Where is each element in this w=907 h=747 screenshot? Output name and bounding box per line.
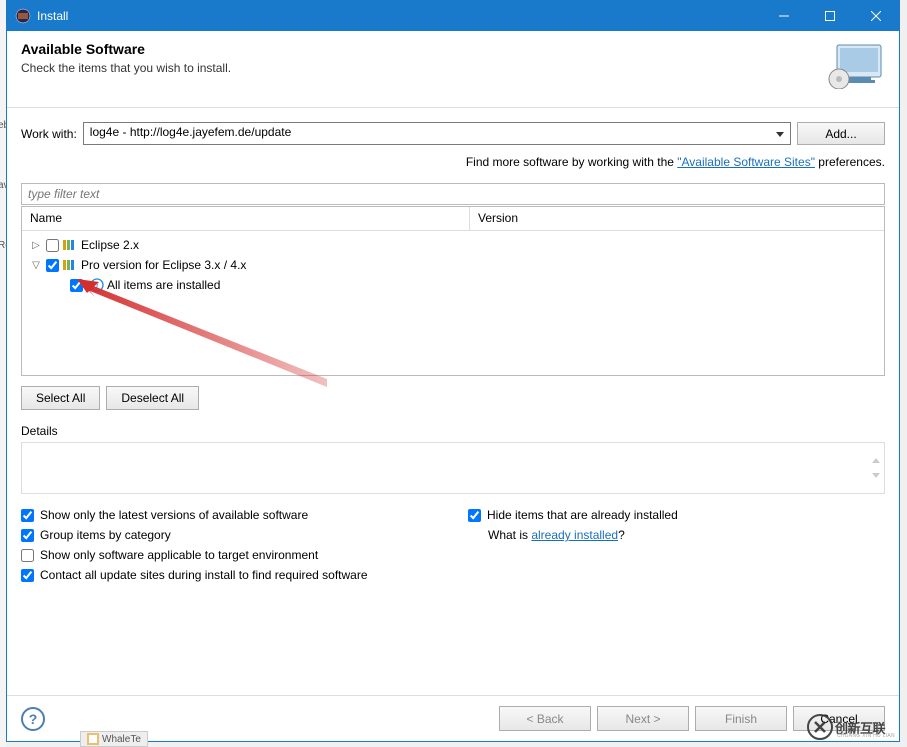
finish-button[interactable]: Finish (695, 706, 787, 731)
hint-prefix: Find more software by working with the (466, 155, 677, 169)
dialog-header: Available Software Check the items that … (7, 31, 899, 108)
tree-label: Pro version for Eclipse 3.x / 4.x (81, 258, 246, 272)
next-button[interactable]: Next > (597, 706, 689, 731)
opt-target-env[interactable]: Show only software applicable to target … (21, 548, 438, 562)
info-icon: i (90, 278, 104, 292)
annotation-arrow (77, 279, 337, 399)
watermark-sub: CHUANG XIN HU LIAN (837, 733, 895, 739)
opt-label: Hide items that are already installed (487, 508, 678, 522)
minimize-button[interactable] (761, 1, 807, 31)
software-tree: Name Version ▷ Eclipse 2.x ▽ Pro version… (21, 206, 885, 376)
opt-hide-installed[interactable]: Hide items that are already installed (468, 508, 885, 522)
titlebar: Install (7, 1, 899, 31)
header-title: Available Software (21, 41, 815, 57)
sites-hint: Find more software by working with the "… (21, 155, 885, 169)
filter-input[interactable] (21, 183, 885, 205)
eclipse-icon (15, 8, 31, 24)
add-button[interactable]: Add... (797, 122, 885, 145)
back-button[interactable]: < Back (499, 706, 591, 731)
opt-label: Group items by category (40, 528, 171, 542)
select-all-button[interactable]: Select All (21, 386, 100, 410)
checkbox-pro[interactable] (46, 259, 59, 272)
whatis-text: What is already installed? (468, 528, 885, 542)
tree-header: Name Version (22, 207, 884, 231)
checkbox-show-latest[interactable] (21, 509, 34, 522)
install-dialog: Install Available Software Check the ite… (6, 0, 900, 742)
whatis-prefix: What is (488, 528, 531, 542)
category-icon (63, 260, 77, 270)
window-title: Install (37, 9, 761, 23)
install-wizard-icon (825, 41, 885, 89)
category-icon (63, 240, 77, 250)
workwith-label: Work with: (21, 127, 77, 141)
collapse-icon[interactable]: ▽ (30, 260, 42, 271)
details-label: Details (21, 424, 885, 438)
opt-contact-sites[interactable]: Contact all update sites during install … (21, 568, 885, 582)
column-name[interactable]: Name (22, 207, 470, 230)
checkbox-hide-installed[interactable] (468, 509, 481, 522)
workwith-value: log4e - http://log4e.jayefem.de/update (90, 125, 291, 139)
checkbox-contact-sites[interactable] (21, 569, 34, 582)
already-installed-link[interactable]: already installed (531, 528, 618, 542)
software-sites-link[interactable]: "Available Software Sites" (677, 155, 815, 169)
checkbox-target-env[interactable] (21, 549, 34, 562)
checkbox-eclipse2x[interactable] (46, 239, 59, 252)
hint-suffix: preferences. (815, 155, 885, 169)
opt-group-category[interactable]: Group items by category (21, 528, 438, 542)
tree-row-pro[interactable]: ▽ Pro version for Eclipse 3.x / 4.x (22, 255, 884, 275)
workwith-combobox[interactable]: log4e - http://log4e.jayefem.de/update (83, 122, 791, 145)
tree-label: Eclipse 2.x (81, 238, 139, 252)
opt-label: Show only the latest versions of availab… (40, 508, 308, 522)
whatis-suffix: ? (618, 528, 625, 542)
opt-label: Contact all update sites during install … (40, 568, 368, 582)
details-panel (21, 442, 885, 494)
close-button[interactable] (853, 1, 899, 31)
checkbox-child[interactable] (70, 279, 83, 292)
tree-row-child[interactable]: i All items are installed (22, 275, 884, 295)
tree-child-label: All items are installed (107, 278, 220, 292)
checkbox-group-category[interactable] (21, 529, 34, 542)
deselect-all-button[interactable]: Deselect All (106, 386, 199, 410)
svg-text:i: i (96, 281, 99, 292)
header-subtitle: Check the items that you wish to install… (21, 61, 815, 75)
watermark-logo-icon (807, 714, 833, 740)
taskbar-stub: WhaleTe (80, 731, 148, 747)
watermark: 创新互联 CHUANG XIN HU LIAN (807, 711, 907, 743)
opt-show-latest[interactable]: Show only the latest versions of availab… (21, 508, 438, 522)
help-button[interactable]: ? (21, 707, 45, 731)
app-stub-icon (87, 733, 99, 745)
opt-label: Show only software applicable to target … (40, 548, 318, 562)
tree-row-eclipse2x[interactable]: ▷ Eclipse 2.x (22, 235, 884, 255)
maximize-button[interactable] (807, 1, 853, 31)
scrollbar-stub[interactable] (870, 458, 882, 478)
column-version[interactable]: Version (470, 207, 884, 230)
taskbar-stub-label: WhaleTe (102, 734, 141, 745)
expand-icon[interactable]: ▷ (30, 240, 42, 251)
